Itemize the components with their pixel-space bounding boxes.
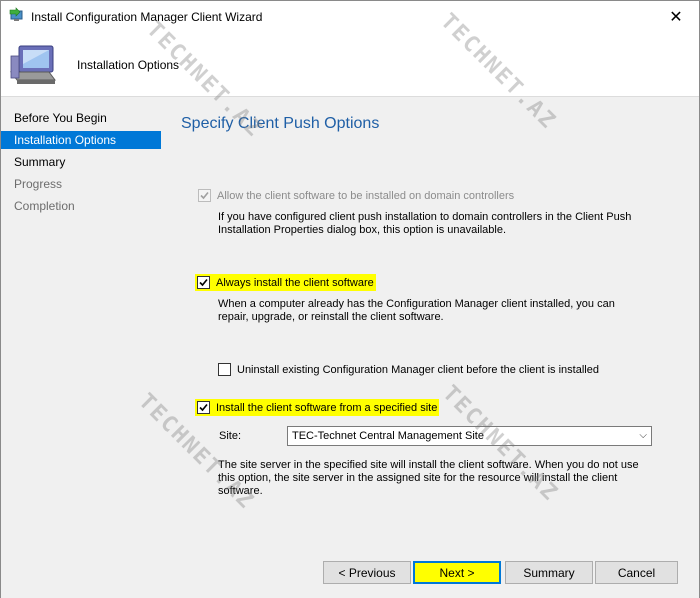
- title-bar: Install Configuration Manager Client Wiz…: [1, 1, 699, 32]
- always-install-label: Always install the client software: [216, 276, 374, 289]
- domain-controllers-label: Allow the client software to be installe…: [217, 189, 515, 202]
- specified-site-option: Install the client software from a speci…: [195, 399, 440, 416]
- page-title: Specify Client Push Options: [181, 115, 380, 132]
- checkmark-icon: [199, 403, 208, 412]
- computer-icon: [10, 45, 56, 84]
- wizard-app-icon: [9, 7, 23, 21]
- domain-controllers-checkbox: [198, 189, 211, 202]
- window-title: Install Configuration Manager Client Wiz…: [31, 10, 263, 24]
- step-completion: Completion: [14, 199, 75, 213]
- site-select-value: TEC-Technet Central Management Site: [292, 430, 484, 442]
- wizard-header: Installation Options: [1, 32, 699, 97]
- specified-site-highlight: Install the client software from a speci…: [195, 399, 440, 416]
- always-install-highlight: Always install the client software: [195, 274, 376, 291]
- step-before-you-begin[interactable]: Before You Begin: [1, 109, 161, 127]
- specified-site-label: Install the client software from a speci…: [216, 401, 438, 414]
- always-install-description: When a computer already has the Configur…: [218, 298, 615, 323]
- cancel-button[interactable]: Cancel: [595, 561, 678, 584]
- previous-button[interactable]: < Previous: [323, 561, 411, 584]
- specified-site-checkbox[interactable]: [197, 401, 210, 414]
- next-button[interactable]: Next >: [413, 561, 501, 584]
- step-progress: Progress: [14, 177, 63, 191]
- wizard-footer: < Previous Next > Summary Cancel: [161, 547, 699, 598]
- checkmark-icon: [200, 191, 209, 200]
- close-icon: ✕: [669, 8, 683, 26]
- wizard-window: Install Configuration Manager Client Wiz…: [0, 0, 700, 598]
- uninstall-existing-option: Uninstall existing Configuration Manager…: [218, 363, 599, 376]
- domain-controllers-option: Allow the client software to be installe…: [198, 189, 514, 202]
- chevron-down-icon: ⌵: [639, 430, 647, 441]
- next-button-label: Next >: [439, 565, 475, 580]
- step-summary[interactable]: Summary: [1, 153, 161, 171]
- checkmark-icon: [199, 278, 208, 287]
- domain-controllers-description: If you have configured client push insta…: [218, 211, 632, 236]
- specified-site-description: The site server in the specified site wi…: [218, 459, 639, 497]
- wizard-content: Specify Client Push Options Allow the cl…: [166, 98, 698, 547]
- always-install-checkbox[interactable]: [197, 276, 210, 289]
- header-title: Installation Options: [77, 58, 180, 72]
- site-select[interactable]: TEC-Technet Central Management Site ⌵: [287, 426, 652, 446]
- wizard-steps-sidebar: Before You Begin Installation Options Su…: [1, 98, 161, 598]
- close-button[interactable]: ✕: [653, 1, 699, 32]
- always-install-option: Always install the client software: [195, 274, 376, 291]
- site-field-label: Site:: [219, 430, 242, 442]
- uninstall-existing-checkbox[interactable]: [218, 363, 231, 376]
- uninstall-existing-label: Uninstall existing Configuration Manager…: [237, 363, 599, 376]
- summary-button[interactable]: Summary: [505, 561, 593, 584]
- step-installation-options[interactable]: Installation Options: [1, 131, 161, 149]
